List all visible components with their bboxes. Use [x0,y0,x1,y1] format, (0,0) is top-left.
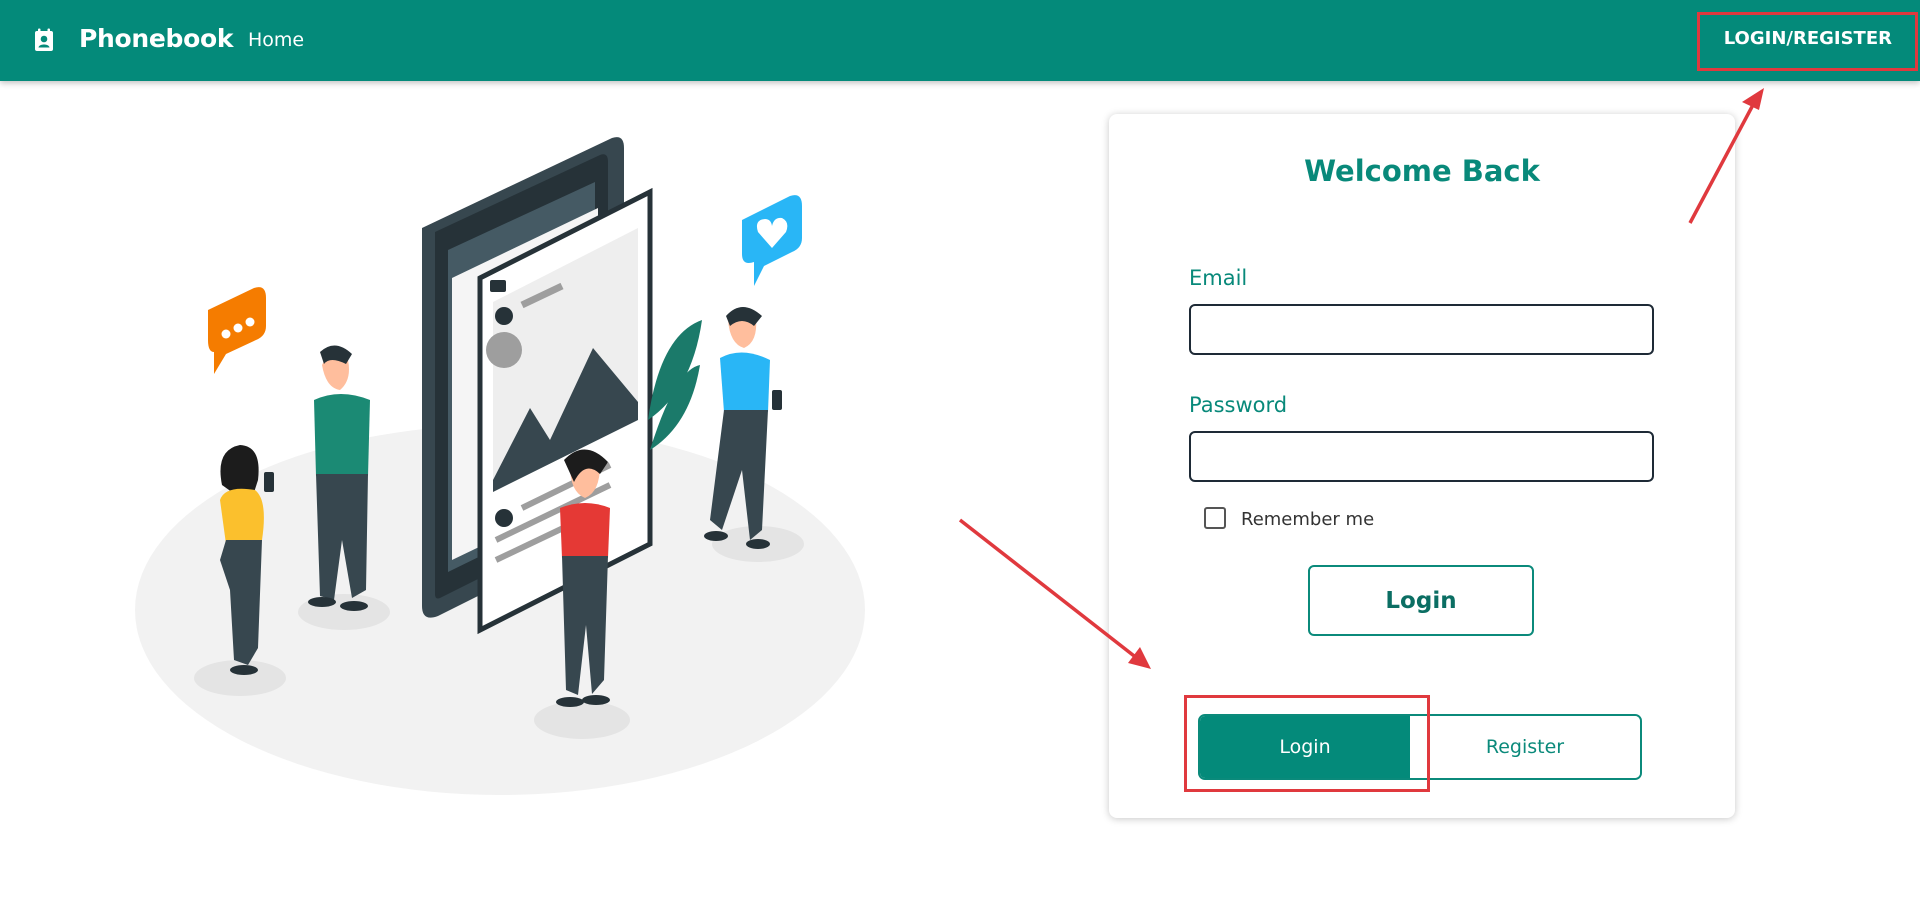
brand-name[interactable]: Phonebook [79,24,234,53]
camera-icon [490,280,506,292]
remember-me-label: Remember me [1241,509,1375,530]
login-submit-button[interactable]: Login [1308,565,1534,636]
people-with-phones-illustration [135,137,865,795]
remember-me-checkbox[interactable] [1204,507,1226,529]
email-label: Email [1189,266,1248,290]
chat-bubble-icon [208,287,266,374]
nav-home-link[interactable]: Home [248,29,304,51]
password-input[interactable] [1189,431,1654,482]
email-input[interactable] [1189,304,1654,355]
top-navbar: Phonebook Home LOGIN/REGISTER [0,0,1920,81]
heart-notification-icon [742,195,802,286]
highlight-box-login-register [1697,12,1918,71]
contact-book-icon [35,28,53,51]
password-label: Password [1189,393,1288,417]
highlight-box-login-toggle [1184,695,1430,792]
welcome-title: Welcome Back [1304,154,1540,188]
toggle-register-button[interactable]: Register [1410,716,1640,778]
